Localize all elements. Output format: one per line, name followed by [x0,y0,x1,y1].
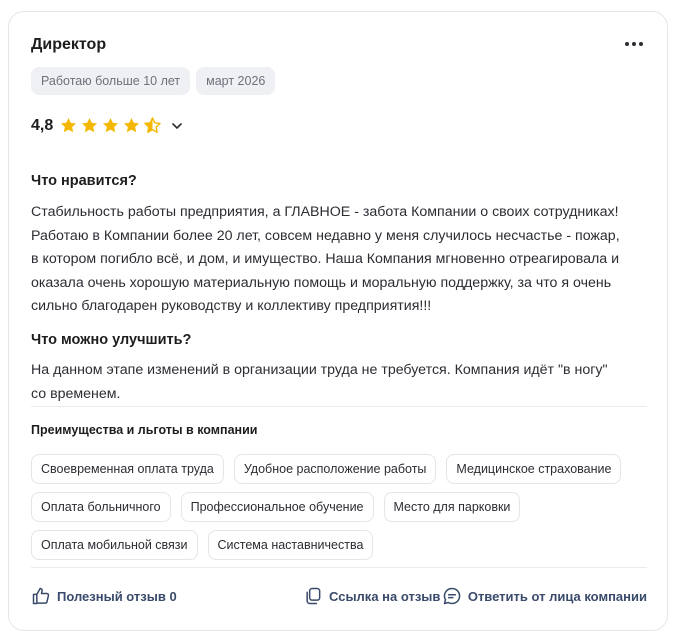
benefit-chip: Удобное расположение работы [233,454,437,484]
star-icon [82,117,98,133]
benefit-chip: Место для парковки [383,492,521,522]
reply-as-company-label: Ответить от лица компании [467,588,647,604]
review-link-label: Ссылка на отзыв [329,588,441,604]
cons-heading: Что можно улучшить? [31,332,192,348]
rating[interactable]: 4,8 [31,116,184,135]
rating-value: 4,8 [31,116,54,134]
benefit-chip: Медицинское страхование [446,454,622,484]
reply-as-company-button[interactable]: Ответить от лица компании [442,586,647,606]
chevron-down-icon[interactable] [170,119,184,133]
benefit-chip: Оплата мобильной связи [31,530,198,560]
tag-experience: Работаю больше 10 лет [31,67,191,95]
chat-bubble-icon [443,587,461,605]
benefit-chip: Профессиональное обучение [180,492,374,522]
star-icon [124,117,140,133]
benefit-chip: Система наставничества [207,530,374,560]
cons-text: На данном этапе изменений в организации … [31,362,608,402]
pros-heading: Что нравится? [31,173,137,189]
benefit-chip: Своевременная оплата труда [31,454,224,484]
star-icon [61,117,77,133]
tag-date: март 2026 [196,67,276,95]
benefits-title: Преимущества и льготы в компании [31,423,258,437]
review-card: Директор Работаю больше 10 лет март 2026… [8,11,668,631]
benefits-list: Своевременная оплата труда Удобное распо… [31,454,661,560]
thumbs-up-icon [32,587,50,605]
review-author-title: Директор [31,36,107,53]
benefit-chip: Оплата больничного [31,492,171,522]
copy-link-icon [306,587,321,605]
star-half-icon [144,117,161,133]
rating-stars [59,116,162,135]
review-actions: Полезный отзыв 0 Ссылка на отзыв Ответит… [31,586,647,610]
more-options-icon[interactable] [623,34,645,54]
star-icon [103,117,119,133]
review-tags: Работаю больше 10 лет март 2026 [31,67,276,95]
divider [31,406,647,407]
useful-review-label: Полезный отзыв 0 [57,588,177,604]
review-link-button[interactable]: Ссылка на отзыв [303,586,440,606]
divider [31,567,647,568]
pros-text: Стабильность работы предприятия, а ГЛАВН… [31,204,620,314]
useful-review-button[interactable]: Полезный отзыв 0 [31,586,177,606]
